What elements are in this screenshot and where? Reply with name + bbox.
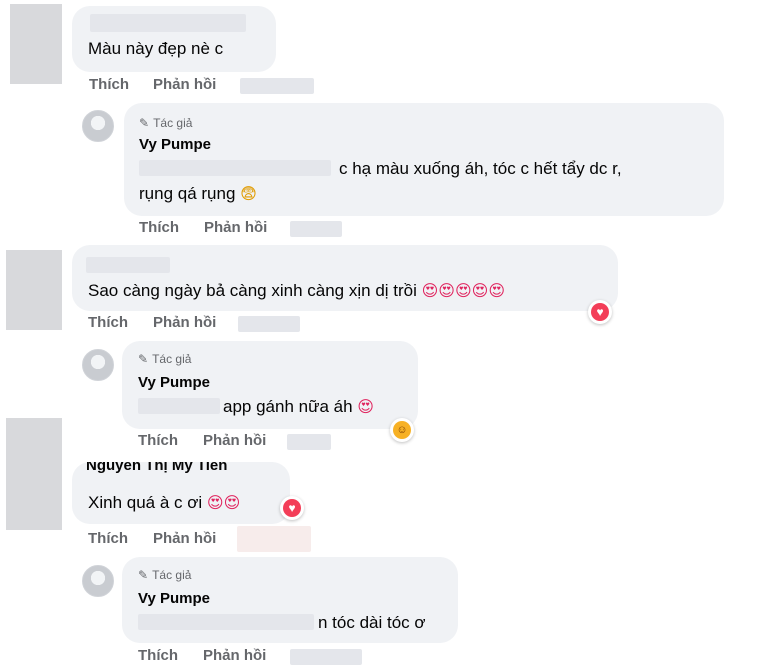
fearful-emoji-icon: 😨	[240, 184, 257, 203]
reply-button[interactable]: Phản hồi	[204, 219, 267, 236]
author-name[interactable]: Vy Pumpe	[138, 590, 210, 607]
redacted-author-name	[86, 257, 170, 273]
redacted-timestamp	[237, 526, 311, 552]
reply-button[interactable]: Phản hồi	[203, 432, 266, 449]
author-avatar[interactable]	[82, 349, 114, 381]
comment-text: Sao càng ngày bả càng xinh càng xịn dị t…	[88, 280, 505, 302]
author-name[interactable]: Vy Pumpe	[139, 136, 211, 153]
heart-eyes-emoji-icon: 😍	[357, 397, 374, 416]
redacted-text	[138, 614, 314, 630]
reply-button[interactable]: Phản hồi	[153, 530, 216, 547]
author-badge-label: Tác giả	[153, 116, 193, 130]
comment-author-partial[interactable]: Nguyễn Thị Mỹ Tiên	[86, 462, 227, 474]
comment-text: Màu này đẹp nè c	[88, 39, 224, 58]
author-badge: ✎ Tác giả	[138, 568, 191, 582]
avatar[interactable]	[10, 4, 62, 84]
redacted-author-name	[90, 14, 246, 32]
reply-text-line1-label: app gánh nữa áh	[223, 397, 353, 416]
reply-text-line2-label: rụng qá rụng	[139, 184, 236, 203]
reply-text-line2: rụng qá rụng 😨	[139, 183, 257, 205]
author-avatar[interactable]	[82, 110, 114, 142]
author-badge: ✎ Tác giả	[138, 352, 191, 366]
avatar[interactable]	[6, 418, 62, 530]
author-badge-label: Tác giả	[152, 568, 192, 582]
redacted-timestamp	[240, 78, 314, 94]
pencil-icon: ✎	[139, 116, 150, 130]
reply-text-line1: c hạ màu xuống áh, tóc c hết tẩy dc r,	[339, 159, 622, 178]
pencil-icon: ✎	[138, 352, 149, 366]
like-button[interactable]: Thích	[88, 314, 128, 331]
heart-reaction-icon[interactable]: ♥	[280, 496, 304, 520]
heart-eyes-emoji-icon: 😍😍	[206, 493, 241, 512]
heart-eyes-emoji-icon: 😍😍😍😍😍	[421, 281, 506, 300]
like-button[interactable]: Thích	[138, 432, 178, 449]
like-button[interactable]: Thích	[139, 219, 179, 236]
care-reaction-icon[interactable]: ☺	[390, 418, 414, 442]
author-badge-label: Tác giả	[152, 352, 192, 366]
redacted-timestamp	[238, 316, 300, 332]
heart-reaction-icon[interactable]: ♥	[588, 300, 612, 324]
comment-text-label: Sao càng ngày bả càng xinh càng xịn dị t…	[88, 281, 417, 300]
pencil-icon: ✎	[138, 568, 149, 582]
redacted-text	[138, 398, 220, 414]
avatar[interactable]	[6, 250, 62, 330]
like-button[interactable]: Thích	[89, 76, 129, 93]
redacted-timestamp	[290, 221, 342, 237]
like-button[interactable]: Thích	[138, 647, 178, 664]
like-button[interactable]: Thích	[88, 530, 128, 547]
redacted-text	[139, 160, 331, 176]
reply-button[interactable]: Phản hồi	[153, 76, 216, 93]
comment-text: Xinh quá à c ơi 😍😍	[88, 492, 240, 514]
reply-text-line1: n tóc dài tóc ơ	[318, 613, 426, 632]
redacted-timestamp	[287, 434, 331, 450]
author-badge: ✎ Tác giả	[139, 116, 192, 130]
author-avatar[interactable]	[82, 565, 114, 597]
reply-text-line1: app gánh nữa áh 😍	[223, 396, 374, 418]
reply-button[interactable]: Phản hồi	[153, 314, 216, 331]
reply-button[interactable]: Phản hồi	[203, 647, 266, 664]
author-name[interactable]: Vy Pumpe	[138, 374, 210, 391]
redacted-timestamp	[290, 649, 362, 665]
comment-text-label: Xinh quá à c ơi	[88, 493, 203, 512]
